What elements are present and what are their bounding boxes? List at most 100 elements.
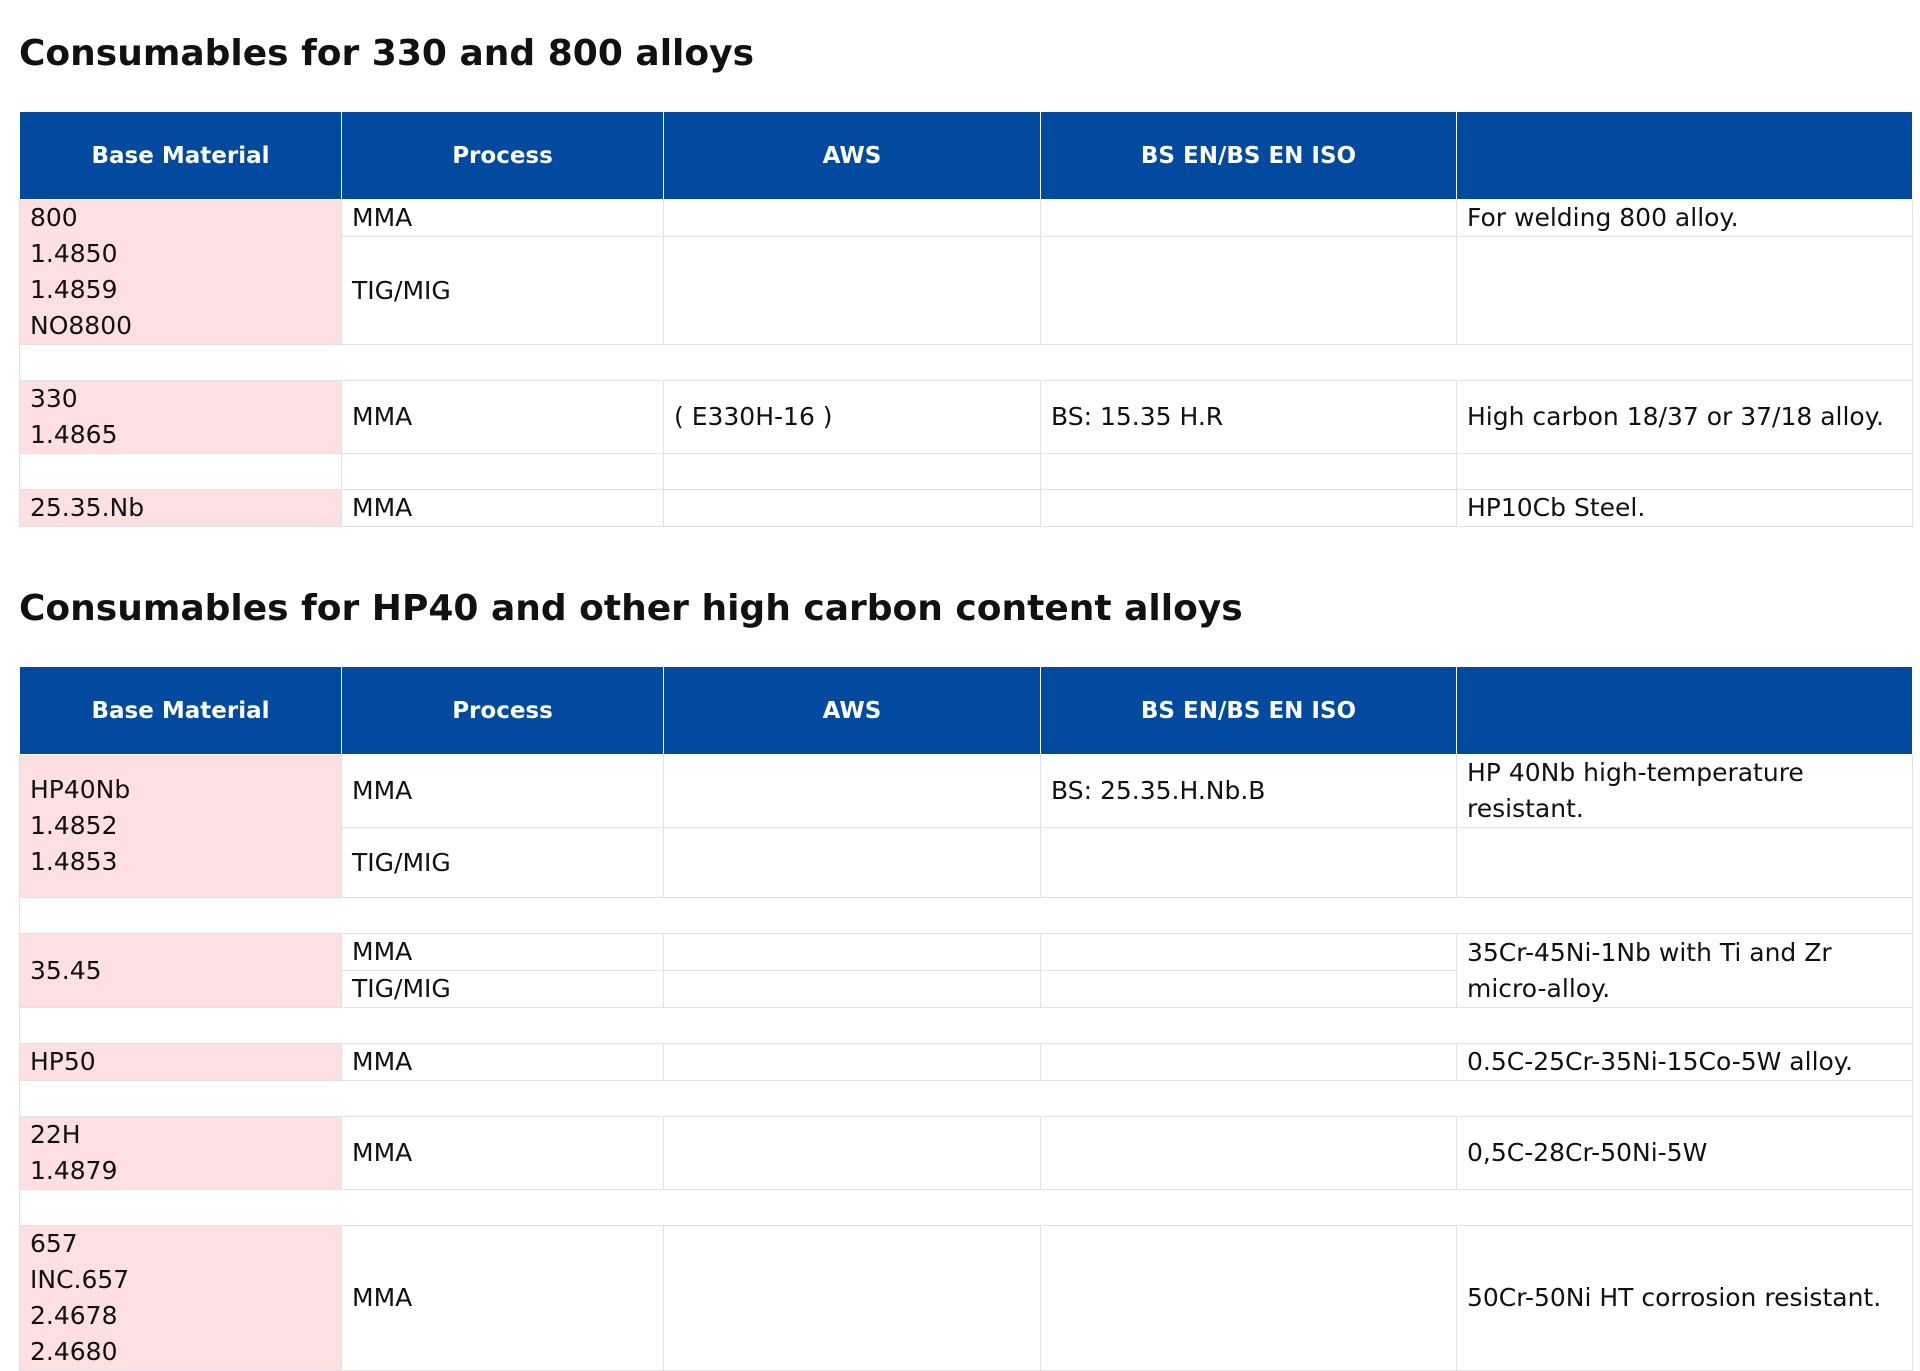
process-cell: MMA (341, 489, 664, 527)
aws-cell (663, 754, 1041, 828)
base-material-value: NO8800 (30, 311, 133, 340)
base-material-cell: HP40Nb 1.4852 1.4853 (19, 754, 342, 898)
header-notes (1456, 666, 1913, 755)
header-process: Process (341, 111, 664, 200)
base-material-cell: HP50 (19, 1043, 342, 1081)
process-cell: TIG/MIG (341, 970, 664, 1008)
base-material-value: HP40Nb (30, 775, 131, 804)
base-material-value: 35.45 (30, 955, 102, 985)
base-material-value: 2.4680 (30, 1337, 118, 1366)
base-material-value: 1.4852 (30, 811, 118, 840)
consumables-table-330-800: Base Material Process AWS BS EN/BS EN IS… (19, 111, 1913, 527)
bs-cell (1040, 933, 1457, 971)
note-line: 35Cr-45Ni-1Nb with Ti and Zr (1467, 937, 1832, 967)
aws-cell (663, 1225, 1041, 1371)
empty-cell (341, 453, 664, 490)
spacer-cell (19, 1007, 1913, 1044)
empty-cell (1040, 453, 1457, 490)
note-cell (1456, 827, 1913, 898)
base-material-value: 1.4859 (30, 275, 118, 304)
base-material-value: 1.4865 (30, 420, 118, 449)
section-title-hp40: Consumables for HP40 and other high carb… (19, 588, 1243, 629)
spacer-cell (19, 344, 1913, 381)
spacer-row (19, 344, 1913, 381)
base-material-value: 800 (30, 203, 78, 232)
spacer-row (19, 1007, 1913, 1044)
process-cell: MMA (341, 933, 664, 971)
aws-cell (663, 198, 1041, 238)
table-row: 800 1.4850 1.4859 NO8800 MMA For welding… (19, 198, 1913, 345)
process-cell: MMA (341, 1225, 664, 1371)
header-bs-en-iso: BS EN/BS EN ISO (1040, 111, 1457, 200)
table-header-row: Base Material Process AWS BS EN/BS EN IS… (19, 666, 1913, 755)
bs-cell: BS: 25.35.H.Nb.B (1040, 754, 1457, 828)
table-row: 25.35.Nb MMA HP10Cb Steel. (19, 489, 1913, 527)
process-cell: MMA (341, 198, 664, 238)
aws-cell (663, 489, 1041, 527)
base-material-value: 657 (30, 1229, 78, 1258)
note-cell: 35Cr-45Ni-1Nb with Ti and Zr micro-alloy… (1456, 933, 1913, 1008)
base-material-cell: 22H 1.4879 (19, 1116, 342, 1190)
spacer-cell (19, 897, 1913, 934)
header-bs-en-iso: BS EN/BS EN ISO (1040, 666, 1457, 755)
base-material-cell: 800 1.4850 1.4859 NO8800 (19, 199, 342, 345)
note-cell: HP10Cb Steel. (1456, 489, 1913, 527)
aws-cell (663, 1043, 1041, 1081)
bs-cell (1040, 198, 1457, 238)
aws-cell: ( E330H-16 ) (663, 380, 1041, 454)
note-cell: 0.5C-25Cr-35Ni-15Co-5W alloy. (1456, 1043, 1913, 1081)
process-cell: TIG/MIG (341, 827, 664, 898)
bs-cell (1040, 1116, 1457, 1190)
header-aws: AWS (663, 111, 1041, 200)
base-material-value: 1.4850 (30, 239, 118, 268)
spacer-cell (19, 1080, 1913, 1117)
base-material-value: 25.35.Nb (30, 493, 145, 522)
bs-cell (1040, 236, 1457, 345)
empty-cell (19, 453, 342, 490)
table-row: 22H 1.4879 MMA 0,5C-28Cr-50Ni-5W (19, 1116, 1913, 1190)
table-row: HP40Nb 1.4852 1.4853 MMA BS: 25.35.H.Nb.… (19, 754, 1913, 898)
process-cell: MMA (341, 1043, 664, 1081)
process-cell: MMA (341, 380, 664, 454)
section-title-330-800: Consumables for 330 and 800 alloys (19, 33, 754, 74)
header-notes (1456, 111, 1913, 200)
bs-cell (1040, 1225, 1457, 1371)
table-header-row: Base Material Process AWS BS EN/BS EN IS… (19, 111, 1913, 200)
header-aws: AWS (663, 666, 1041, 755)
header-base-material: Base Material (19, 111, 342, 200)
bs-cell (1040, 827, 1457, 898)
note-cell: 0,5C-28Cr-50Ni-5W (1456, 1116, 1913, 1190)
process-cell: TIG/MIG (341, 236, 664, 345)
empty-cell (663, 453, 1041, 490)
process-cell: MMA (341, 1116, 664, 1190)
empty-cell (1456, 453, 1913, 490)
spacer-row (19, 1189, 1913, 1226)
note-cell: HP 40Nb high-temperature resistant. (1456, 754, 1913, 828)
base-material-value: 330 (30, 384, 78, 413)
base-material-value: 2.4678 (30, 1301, 118, 1330)
table-row: 657 INC.657 2.4678 2.4680 MMA 50Cr-50Ni … (19, 1225, 1913, 1371)
bs-cell (1040, 1043, 1457, 1081)
note-cell: For welding 800 alloy. (1456, 198, 1913, 238)
spacer-row (19, 897, 1913, 934)
header-base-material: Base Material (19, 666, 342, 755)
note-line: micro-alloy. (1467, 973, 1611, 1003)
aws-cell (663, 827, 1041, 898)
note-cell: High carbon 18/37 or 37/18 alloy. (1456, 380, 1913, 454)
base-material-value: 1.4853 (30, 847, 118, 876)
base-material-value: 1.4879 (30, 1156, 118, 1185)
spacer-row (19, 1080, 1913, 1117)
consumables-table-hp40: Base Material Process AWS BS EN/BS EN IS… (19, 666, 1913, 1371)
aws-cell (663, 1116, 1041, 1190)
table-row: 330 1.4865 MMA ( E330H-16 ) BS: 15.35 H.… (19, 380, 1913, 454)
table-row: 35.45 MMA 35Cr-45Ni-1Nb with Ti and Zr m… (19, 933, 1913, 1008)
aws-cell (663, 236, 1041, 345)
spacer-cell (19, 1189, 1913, 1226)
bs-cell (1040, 970, 1457, 1008)
base-material-cell: 330 1.4865 (19, 380, 342, 454)
note-cell: 50Cr-50Ni HT corrosion resistant. (1456, 1225, 1913, 1371)
aws-cell (663, 970, 1041, 1008)
base-material-cell: 35.45 (19, 933, 342, 1008)
base-material-value: INC.657 (30, 1265, 130, 1294)
note-cell (1456, 236, 1913, 345)
